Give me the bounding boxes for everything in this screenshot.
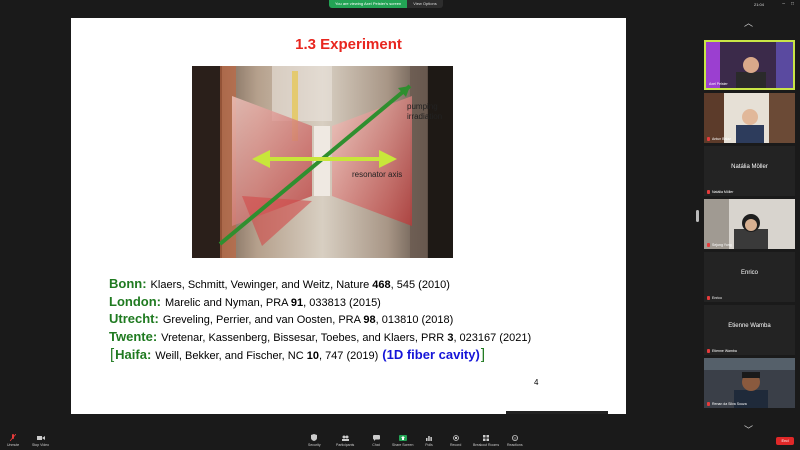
participant-tile[interactable]: Axel Pelster [704,40,795,90]
participant-tile[interactable]: Antun Balaz [704,93,795,143]
resonator-axis-label: resonator axis [352,170,402,179]
ref-volume: 10 [306,350,319,362]
experiment-photo: pumping irradiation resonator axis [192,66,453,258]
view-options-button[interactable]: View Options [407,0,443,8]
ref-volume: 468 [372,279,391,291]
ref-authors: Greveling, Perrier, and van Oosten, PRA [162,314,364,326]
muted-mic-icon [707,402,710,406]
participant-gallery: ︿ Axel Pelster Antun Balaz Natália Mölle… [700,10,800,435]
stop-video-button[interactable]: Stop Video [32,434,49,447]
ref-highlight: (1D fiber cavity) [382,347,480,362]
participant-name: Axel Pelster [709,82,728,86]
breakout-rooms-icon [482,434,490,441]
video-feed [704,93,795,143]
gallery-splitter-handle[interactable] [696,210,699,222]
participant-name: Sejung Yong [707,243,732,247]
slide-page-number: 4 [534,378,539,387]
ref-authors: Klaers, Schmitt, Vewinger, and Weitz, Na… [150,279,373,291]
video-camera-icon [36,434,45,441]
end-meeting-button[interactable]: End [776,437,794,445]
experiment-photo-image: pumping irradiation resonator axis [192,66,453,258]
muted-mic-icon [707,137,710,141]
chat-bubble-icon [372,434,380,441]
maximize-icon[interactable]: □ [791,1,794,7]
participant-name-large: Enrico [740,270,758,276]
reference-utrecht: Utrecht: Greveling, Perrier, and van Oos… [109,311,609,329]
ref-city: Twente: [109,328,158,344]
microphone-muted-icon [9,434,17,441]
screen-share-banner: You are viewing Axel Pelster's screen Vi… [329,0,443,8]
ref-city: London: [109,293,161,309]
meeting-toolbar: Unmute Stop Video Security 18 Participan… [0,432,800,450]
participant-tile[interactable]: Sejung Yong [704,199,795,249]
ref-pages: , 033813 (2015) [303,296,381,309]
reference-london: London: Marelic and Nyman, PRA 91, 03381… [109,294,609,312]
presentation-slide: 1.3 Experiment pumping irradiation reson… [71,18,626,414]
ref-pages: , 747 (2019) [318,350,379,362]
unmute-button[interactable]: Unmute [7,434,19,447]
participant-tile[interactable]: Etienne Wamba Etienne Wamba [704,305,795,355]
chat-button[interactable]: Chat [372,434,380,447]
shield-icon [310,434,318,441]
chevron-up-icon[interactable]: ︿ [744,16,753,29]
participant-name-large: Natália Möller [731,164,768,170]
ref-city: Bonn: [109,276,147,291]
ref-city: Haifa: [115,347,152,362]
share-screen-icon [398,434,407,441]
pumping-label: pumping [407,102,438,111]
slide-footer-bar [506,411,608,414]
minimize-icon[interactable]: – [782,1,785,7]
ref-authors: Marelic and Nyman, PRA [164,296,291,309]
smiley-icon [511,434,519,441]
participant-tile[interactable]: Renan da Silva Souza [704,358,795,408]
security-button[interactable]: Security [308,434,321,447]
ref-pages: , 013810 (2018) [375,314,454,326]
video-feed [704,199,795,249]
ref-pages: , 023167 (2021) [453,331,532,344]
open-bracket: [ [110,346,115,363]
ref-volume: 98 [363,314,376,326]
participant-name: Etienne Wamba [707,349,737,353]
ref-authors: Vretenar, Kassenberg, Bissesar, Toebes, … [161,331,448,344]
close-bracket: ] [480,346,485,363]
reactions-button[interactable]: Reactions [507,434,523,447]
ref-authors: Weill, Bekker, and Fischer, NC [155,350,307,362]
participant-tile[interactable]: Enrico Enrico [704,252,795,302]
video-feed [704,358,795,408]
record-button[interactable]: Record [450,434,461,447]
record-icon [452,434,460,441]
share-screen-button[interactable]: Share Screen [392,434,413,447]
irradiation-label: irradiation [407,112,442,121]
share-indicator: You are viewing Axel Pelster's screen [329,0,408,8]
participant-name: Renan da Silva Souza [707,402,747,406]
shared-screen: 1.3 Experiment pumping irradiation reson… [0,10,697,432]
reference-bonn: Bonn: Klaers, Schmitt, Vewinger, and Wei… [109,276,609,294]
participant-name-large: Etienne Wamba [728,323,771,329]
window-controls: – □ [782,1,794,7]
participants-icon: 18 [341,434,350,441]
polls-button[interactable]: Polls [425,434,433,447]
polls-icon [425,434,433,441]
muted-mic-icon [707,190,710,194]
clock: 21:04 [753,2,764,7]
participant-tile[interactable]: Natália Möller Natália Möller [704,146,795,196]
reference-twente: Twente: Vretenar, Kassenberg, Bissesar, … [109,329,609,347]
ref-city: Utrecht: [109,311,159,326]
participant-name: Antun Balaz [707,137,731,141]
participants-button[interactable]: 18 Participants [336,434,354,447]
ref-pages: , 545 (2010) [390,279,450,291]
breakout-rooms-button[interactable]: Breakout Rooms [473,434,499,447]
muted-mic-icon [707,243,710,247]
participant-name: Enrico [707,296,722,300]
ref-volume: 91 [290,296,304,309]
participant-name: Natália Möller [707,190,733,194]
slide-title: 1.3 Experiment [295,36,402,53]
reference-list: Bonn: Klaers, Schmitt, Vewinger, and Wei… [109,276,609,364]
muted-mic-icon [707,349,710,353]
reference-haifa: [ Haifa: Weill, Bekker, and Fischer, NC … [109,346,609,364]
muted-mic-icon [707,296,710,300]
